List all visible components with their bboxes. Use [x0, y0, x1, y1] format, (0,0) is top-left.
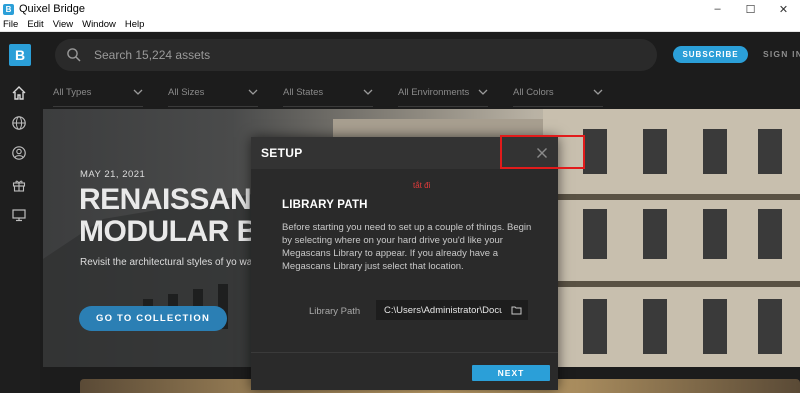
menu-help[interactable]: Help	[125, 19, 145, 30]
menu-bar: File Edit View Window Help	[0, 18, 800, 32]
chevron-down-icon	[363, 89, 373, 95]
chevron-down-icon	[248, 89, 258, 95]
subscribe-button[interactable]: SUBSCRIBE	[673, 46, 748, 63]
filter-states[interactable]: All States	[283, 79, 373, 107]
library-path-field[interactable]: C:\Users\Administrator\Docu	[376, 300, 528, 320]
filter-label: All Environments	[398, 87, 470, 98]
filter-label: All Types	[53, 87, 92, 98]
left-rail: B	[0, 32, 40, 393]
menu-file[interactable]: File	[3, 19, 18, 30]
gift-icon[interactable]	[10, 176, 28, 194]
home-icon[interactable]	[10, 84, 28, 102]
filter-environments[interactable]: All Environments	[398, 79, 488, 107]
section-title: LIBRARY PATH	[282, 199, 368, 211]
chevron-down-icon	[478, 89, 488, 95]
dialog-description: Before starting you need to set up a cou…	[282, 222, 532, 272]
globe-icon[interactable]	[10, 114, 28, 132]
search-bar[interactable]	[55, 39, 657, 71]
annotation-highlight-box	[500, 135, 585, 169]
filter-label: All States	[283, 87, 324, 98]
search-input[interactable]	[94, 48, 494, 62]
library-path-label: Library Path	[309, 306, 361, 317]
next-button[interactable]: NEXT	[472, 365, 550, 381]
dialog-divider	[251, 352, 558, 353]
filter-types[interactable]: All Types	[53, 79, 143, 107]
filter-label: All Sizes	[168, 87, 205, 98]
user-icon[interactable]	[10, 144, 28, 162]
window-title: Quixel Bridge	[19, 3, 86, 15]
hero-subtitle: Revisit the architectural styles of yo w…	[80, 257, 260, 268]
menu-view[interactable]: View	[53, 19, 73, 30]
filter-colors[interactable]: All Colors	[513, 79, 603, 107]
close-window-button[interactable]: ✕	[767, 0, 800, 18]
filter-sizes[interactable]: All Sizes	[168, 79, 258, 107]
title-bar: B Quixel Bridge – ☐ ✕	[0, 0, 800, 18]
annotation-text: tắt đi	[413, 181, 431, 190]
menu-edit[interactable]: Edit	[27, 19, 43, 30]
filter-label: All Colors	[513, 87, 554, 98]
chevron-down-icon	[133, 89, 143, 95]
sign-in-link[interactable]: SIGN IN	[763, 49, 800, 59]
dialog-title: SETUP	[261, 146, 303, 160]
setup-dialog: SETUP LIBRARY PATH Before starting you n…	[251, 137, 558, 390]
chevron-down-icon	[593, 89, 603, 95]
maximize-button[interactable]: ☐	[734, 0, 767, 18]
library-path-value: C:\Users\Administrator\Docu	[384, 304, 502, 316]
filter-bar: All Types All Sizes All States All Envir…	[53, 79, 628, 107]
minimize-button[interactable]: –	[701, 0, 734, 18]
app-icon: B	[3, 3, 14, 15]
hero-date: MAY 21, 2021	[80, 169, 146, 180]
go-to-collection-button[interactable]: GO TO COLLECTION	[79, 306, 227, 331]
bridge-logo[interactable]: B	[9, 44, 31, 66]
folder-icon[interactable]	[511, 305, 522, 315]
monitor-icon[interactable]	[10, 206, 28, 224]
search-icon	[67, 48, 81, 62]
menu-window[interactable]: Window	[82, 19, 116, 30]
